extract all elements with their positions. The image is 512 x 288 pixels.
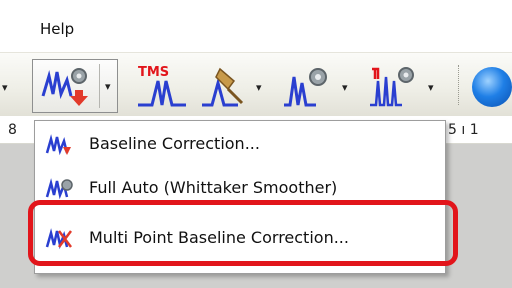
baseline-correction-split-button[interactable]: ▾ (32, 59, 118, 113)
peak-settings-dropdown[interactable]: ▾ (342, 81, 348, 94)
peak-tool-dropdown[interactable]: ▾ (256, 81, 262, 94)
peak-settings-icon[interactable] (280, 63, 332, 109)
tms-label: TMS (138, 65, 169, 80)
baseline-correction-icon (41, 68, 88, 106)
peak-tool-icon[interactable] (198, 63, 246, 109)
menu-item-baseline-correction[interactable]: Baseline Correction... (35, 125, 445, 165)
highlight-box (28, 200, 458, 266)
menu-help[interactable]: Help (40, 20, 74, 38)
multiplet-dropdown[interactable]: ▾ (428, 81, 434, 94)
ruler-left-tick: 8 (8, 122, 17, 138)
toolbar: ▾ ▾ TMS ▾ ▾ ▾ (0, 52, 512, 116)
globe-icon[interactable] (472, 67, 512, 107)
menu-item-label: Baseline Correction... (89, 134, 260, 153)
menu-item-label: Full Auto (Whittaker Smoother) (89, 178, 338, 197)
toolbar-separator (458, 65, 460, 105)
toolbar-overflow-arrow[interactable]: ▾ (2, 81, 8, 94)
baseline-correction-icon (45, 134, 71, 156)
tms-icon[interactable]: TMS (134, 63, 190, 109)
chevron-down-icon[interactable]: ▾ (105, 80, 111, 93)
ruler-right-ticks: 5 ı 1 (448, 122, 479, 138)
split-divider (99, 64, 100, 108)
menubar: Help (0, 0, 512, 52)
multiplet-icon[interactable] (366, 63, 418, 109)
